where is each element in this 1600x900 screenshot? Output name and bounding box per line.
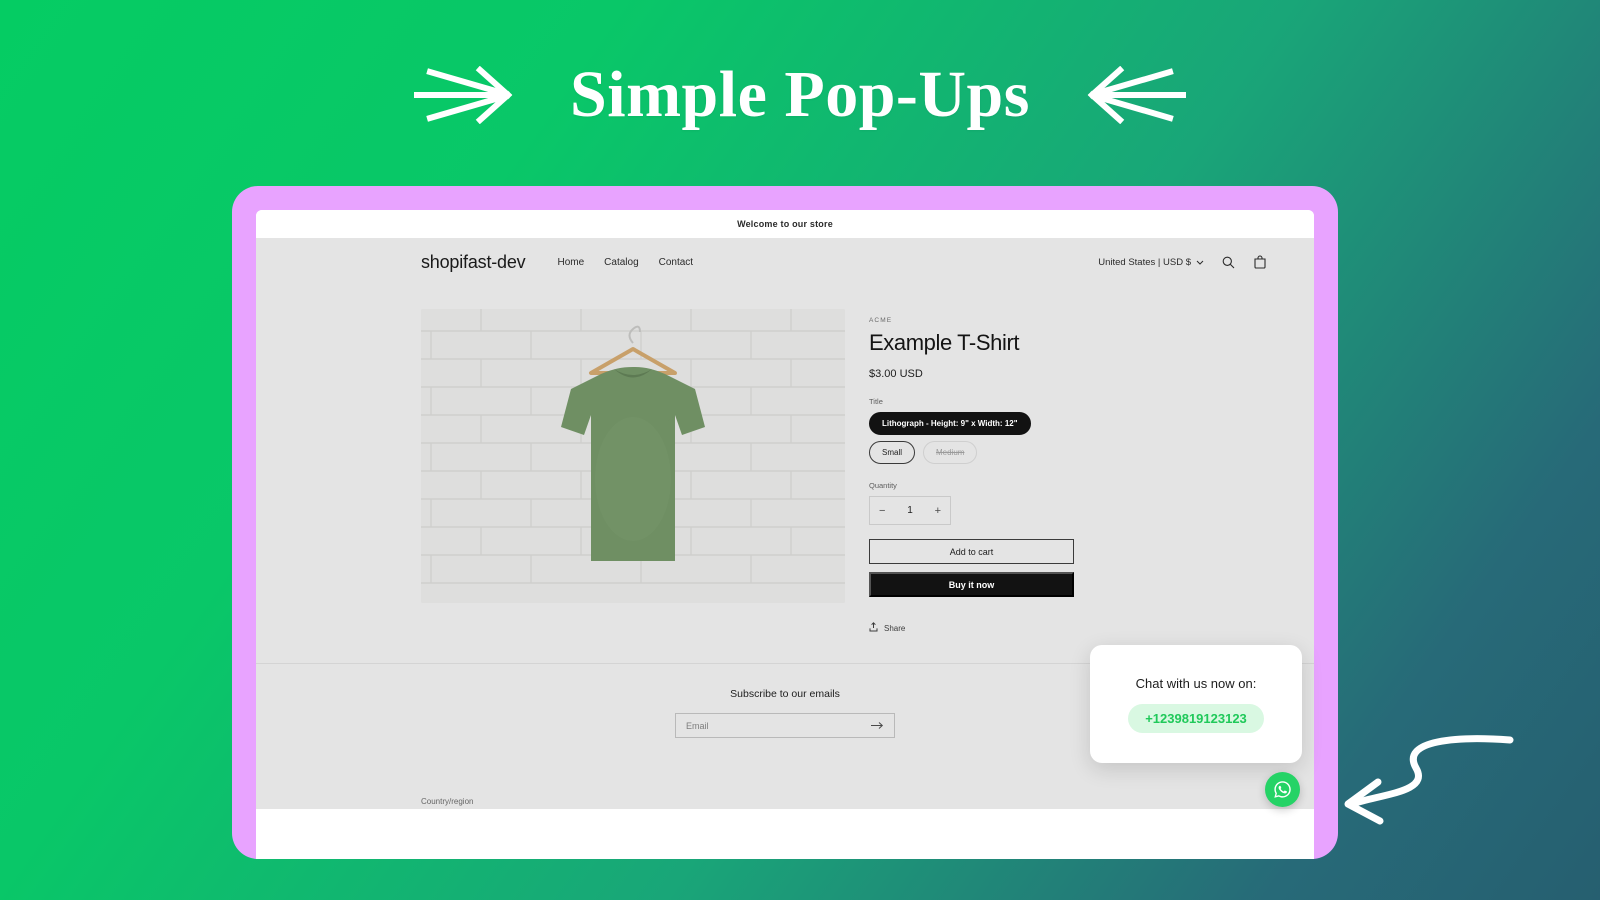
quantity-increase-button[interactable]: + bbox=[935, 505, 941, 517]
product-info: ACME Example T-Shirt $3.00 USD Title Lit… bbox=[869, 309, 1079, 663]
announcement-bar: Welcome to our store bbox=[256, 210, 1314, 239]
footer-country-region-label[interactable]: Country/region bbox=[421, 797, 473, 806]
chevron-down-icon bbox=[1196, 257, 1204, 268]
buy-it-now-button[interactable]: Buy it now bbox=[869, 572, 1074, 597]
variant-medium[interactable]: Medium bbox=[923, 441, 978, 464]
variant-row-primary: Lithograph - Height: 9" x Width: 12" bbox=[869, 412, 1079, 435]
site-footer: Country/region bbox=[256, 773, 1314, 809]
product-vendor: ACME bbox=[869, 317, 893, 324]
cart-icon[interactable] bbox=[1252, 254, 1268, 270]
page-title: Simple Pop-Ups bbox=[570, 58, 1030, 131]
store-nav: Home Catalog Contact bbox=[557, 257, 693, 268]
store-logo[interactable]: shopifast-dev bbox=[421, 252, 526, 273]
add-to-cart-button[interactable]: Add to cart bbox=[869, 539, 1074, 564]
curved-arrow-left-icon bbox=[1338, 728, 1514, 833]
email-input[interactable] bbox=[686, 720, 871, 731]
nav-link-catalog[interactable]: Catalog bbox=[604, 257, 638, 268]
product-price: $3.00 USD bbox=[869, 368, 923, 380]
share-icon bbox=[869, 619, 878, 637]
store-header: shopifast-dev Home Catalog Contact Unite… bbox=[256, 239, 1314, 285]
product-image[interactable] bbox=[421, 309, 845, 603]
newsletter-form bbox=[675, 713, 895, 738]
whatsapp-phone-number[interactable]: +1239819123123 bbox=[1128, 703, 1264, 733]
arrow-right-icon bbox=[414, 66, 514, 124]
whatsapp-popup-title: Chat with us now on: bbox=[1135, 675, 1257, 691]
locale-label: United States | USD $ bbox=[1098, 256, 1191, 268]
whatsapp-icon[interactable] bbox=[1265, 772, 1300, 807]
option-label-title: Title bbox=[869, 397, 883, 406]
variant-lithograph[interactable]: Lithograph - Height: 9" x Width: 12" bbox=[869, 412, 1031, 435]
headline-band: Simple Pop-Ups bbox=[0, 0, 1600, 190]
search-icon[interactable] bbox=[1220, 254, 1236, 270]
locale-selector[interactable]: United States | USD $ bbox=[1098, 257, 1204, 268]
newsletter-submit-button[interactable] bbox=[871, 717, 884, 735]
quantity-stepper[interactable]: − 1 + bbox=[869, 496, 951, 525]
share-button[interactable]: Share bbox=[869, 619, 1079, 637]
nav-link-contact[interactable]: Contact bbox=[659, 257, 693, 268]
variant-row-sizes: Small Medium bbox=[869, 441, 1079, 464]
product-title: Example T-Shirt bbox=[869, 330, 1020, 355]
announcement-text: Welcome to our store bbox=[737, 219, 833, 229]
quantity-decrease-button[interactable]: − bbox=[879, 505, 885, 517]
header-actions: United States | USD $ bbox=[1098, 254, 1268, 270]
arrow-left-icon bbox=[1086, 66, 1186, 124]
quantity-label: Quantity bbox=[869, 481, 897, 490]
share-label: Share bbox=[884, 623, 906, 633]
product-section: ACME Example T-Shirt $3.00 USD Title Lit… bbox=[256, 285, 1314, 663]
variant-small[interactable]: Small bbox=[869, 441, 916, 464]
newsletter-title: Subscribe to our emails bbox=[730, 688, 840, 700]
nav-link-home[interactable]: Home bbox=[557, 257, 584, 268]
whatsapp-popup: Chat with us now on: +1239819123123 bbox=[1090, 645, 1302, 763]
quantity-value[interactable]: 1 bbox=[907, 505, 913, 516]
